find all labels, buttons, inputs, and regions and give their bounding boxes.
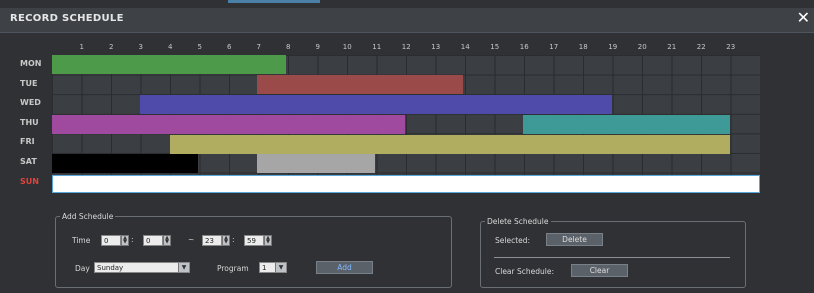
range-dash: ~ [188,235,195,244]
schedule-bar-thu-2[interactable] [523,115,730,134]
hour-label: 4 [168,43,173,51]
day-label-mon: MON [20,59,42,68]
schedule-bar-sun[interactable] [52,175,760,193]
hour-label: 19 [608,43,618,51]
end-hour-input[interactable]: 23 [202,235,222,246]
record-schedule-window: RECORD SCHEDULE ✕ 1 2 3 4 5 6 7 8 9 10 11 12 13 14 15 1… [0,0,814,293]
window-title: RECORD SCHEDULE [10,13,124,24]
hour-label: 1 [79,43,84,51]
program-label: Program [217,264,249,273]
top-accent [228,0,320,3]
hour-label: 18 [578,43,588,51]
close-icon[interactable]: ✕ [797,9,810,27]
start-minute-stepper[interactable]: ▲ ▼ [163,235,171,246]
hour-label: 17 [549,43,559,51]
end-hour-stepper[interactable]: ▲ ▼ [222,235,230,246]
hour-label: 14 [460,43,470,51]
schedule-bar-wed[interactable] [140,95,612,114]
top-strip [0,0,814,8]
hour-label: 9 [315,43,320,51]
hour-label: 10 [342,43,352,51]
colon-separator: : [232,235,235,244]
program-select-value: 1 [262,264,267,272]
day-label-tue: TUE [20,78,38,88]
hour-label: 2 [109,43,114,51]
hour-label: 16 [519,43,529,51]
day-label-sat: SAT [20,157,37,166]
schedule-bar-mon[interactable] [52,55,286,74]
hour-label: 12 [401,43,411,51]
selected-label: Selected: [495,236,531,245]
schedule-bar-fri[interactable] [170,135,730,154]
hour-header: 1 2 3 4 5 6 7 8 9 10 11 12 13 14 15 16 17 18 19 20 21 22 23 [52,43,760,53]
clear-button[interactable]: Clear [571,264,628,277]
delete-button[interactable]: Delete [546,233,603,246]
day-label-wed: WED [20,98,41,108]
chevron-down-icon[interactable]: ▼ [275,263,286,272]
add-button[interactable]: Add [316,261,373,274]
day-label: Day [75,264,90,273]
delete-schedule-legend: Delete Schedule [487,217,549,226]
hour-label: 22 [696,43,706,51]
clear-schedule-label: Clear Schedule: [495,267,554,276]
start-hour-stepper[interactable]: ▲ ▼ [121,235,129,246]
day-label-thu: THU [20,117,39,127]
start-hour-input[interactable]: 0 [101,235,121,246]
hour-label: 8 [286,43,291,51]
schedule-bar-tue[interactable] [257,75,463,94]
hour-label: 7 [256,43,261,51]
hour-label: 23 [726,43,736,51]
program-select[interactable]: 1 ▼ [259,262,287,273]
hour-label: 11 [372,43,382,51]
hour-label: 6 [227,43,232,51]
day-select[interactable]: Sunday ▼ [94,262,190,273]
delete-schedule-group: Delete Schedule [480,217,746,288]
day-label-fri: FRI [20,137,35,147]
schedule-grid[interactable] [52,55,760,192]
hour-label: 5 [197,43,202,51]
end-minute-input[interactable]: 59 [244,235,264,246]
colon-separator: : [131,235,134,244]
schedule-bar-thu-1[interactable] [52,115,405,134]
hour-label: 15 [490,43,500,51]
day-select-value: Sunday [97,264,124,272]
end-minute-stepper[interactable]: ▲ ▼ [264,235,272,246]
hour-label: 20 [637,43,647,51]
add-schedule-group: Add Schedule [55,212,452,288]
schedule-bar-sat-1[interactable] [52,154,198,173]
hour-label: 3 [138,43,143,51]
hour-label: 13 [431,43,441,51]
time-label: Time [72,236,91,245]
add-schedule-legend: Add Schedule [62,212,114,221]
schedule-bar-sat-2[interactable] [257,154,375,173]
day-label-sun: SUN [20,176,39,186]
divider [494,257,730,258]
hour-label: 21 [667,43,677,51]
chevron-down-icon[interactable]: ▼ [178,263,189,272]
start-minute-input[interactable]: 0 [143,235,163,246]
